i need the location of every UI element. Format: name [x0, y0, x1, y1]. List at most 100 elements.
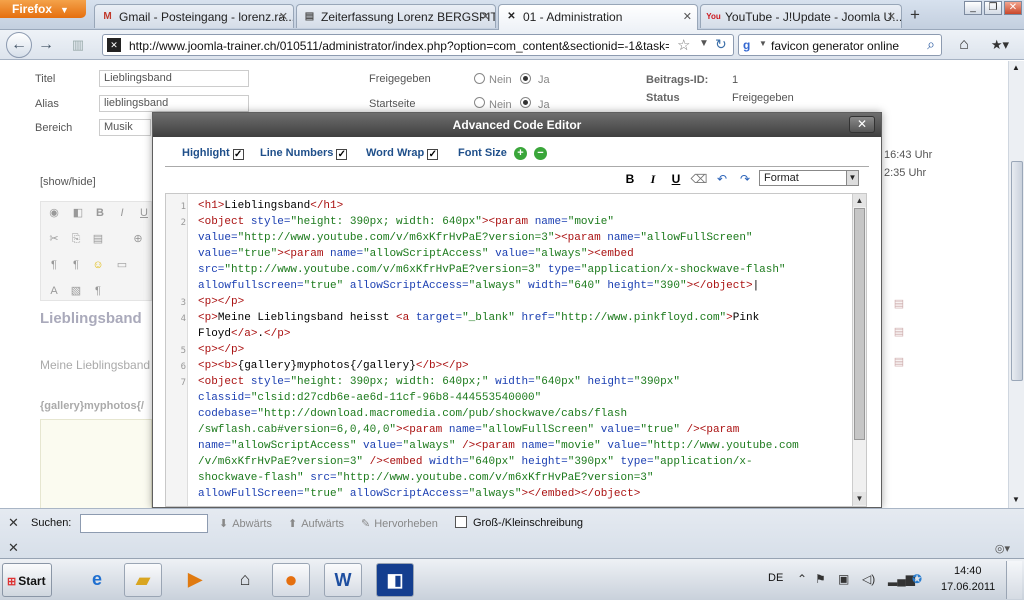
page-scrollbar[interactable]: ▲ ▼	[1008, 61, 1024, 508]
tab-youtube[interactable]: You YouTube - J!Update - Joomla U... ✕	[700, 4, 902, 28]
redo-icon[interactable]: ◧	[71, 206, 85, 220]
redo-icon[interactable]: ↷	[736, 171, 754, 187]
code-line[interactable]: <p></p>	[198, 296, 244, 308]
addon-bar-close-icon[interactable]: ✕	[8, 540, 19, 556]
pilcrow-icon[interactable]: ¶	[91, 284, 105, 298]
font-size-decrease-icon[interactable]: −	[534, 147, 547, 160]
item-edit-icon[interactable]: ▤	[892, 325, 906, 339]
code-line[interactable]: <p></p>	[198, 344, 244, 356]
line-numbers-checkbox[interactable]: ✓	[336, 149, 348, 160]
editor-scrollbar-thumb[interactable]	[854, 208, 865, 440]
titel-input[interactable]: Lieblingsband	[99, 70, 249, 87]
highlight-checkbox[interactable]: ✓	[232, 149, 244, 160]
network-signal-icon[interactable]: ▂▄▆	[888, 572, 915, 586]
close-icon[interactable]: ✕	[887, 10, 896, 23]
startseite-nein-radio[interactable]	[474, 97, 485, 108]
media-player-icon[interactable]: ▶	[176, 563, 214, 597]
show-hidden-icons-icon[interactable]: ⌃	[797, 572, 807, 586]
bold-icon[interactable]: B	[93, 206, 107, 220]
freigegeben-ja-radio[interactable]	[520, 73, 531, 84]
new-tab-button[interactable]: +	[904, 5, 926, 25]
clock-date[interactable]: 17.06.2011	[941, 581, 995, 593]
code-line[interactable]: /v/m6xKfrHvPaE?version=3" /><embed width…	[198, 456, 753, 468]
code-line[interactable]: <p><b>{gallery}myphotos{/gallery}</b></p…	[198, 360, 469, 372]
code-line[interactable]: /swflash.cab#version=6,0,40,0"><param na…	[198, 424, 739, 436]
code-line[interactable]: name="allowScriptAccess" value="always" …	[198, 440, 799, 452]
reload-icon[interactable]: ↻	[715, 36, 727, 53]
italic-icon[interactable]: I	[644, 171, 662, 187]
undo-icon[interactable]: ◉	[47, 206, 61, 220]
modal-close-button[interactable]: ✕	[849, 116, 875, 133]
status-icon[interactable]: ◎▾	[995, 542, 1010, 555]
remote-desktop-icon[interactable]: ◧	[376, 563, 414, 597]
action-center-flag-icon[interactable]: ⚑	[815, 572, 826, 586]
forward-button[interactable]: →	[34, 34, 58, 56]
code-line[interactable]: src="http://www.youtube.com/v/m6xKfrHvPa…	[198, 264, 786, 276]
code-line[interactable]: codebase="http://download.macromedia.com…	[198, 408, 627, 420]
find-previous-button[interactable]: ⬆ Aufwärts	[288, 517, 344, 530]
code-line[interactable]: <object style="height: 390px; width: 640…	[198, 376, 680, 388]
firefox-icon[interactable]: ●	[272, 563, 310, 597]
zoom-icon[interactable]: ⊕	[131, 232, 145, 246]
cut-icon[interactable]: ✂	[47, 232, 61, 246]
window-close-button[interactable]: ✕	[1004, 1, 1022, 15]
copy-icon[interactable]: ⎘	[69, 232, 83, 246]
font-size-increase-icon[interactable]: +	[514, 147, 527, 160]
word-wrap-option[interactable]: Word Wrap ✓	[366, 147, 439, 160]
search-bar[interactable]: g ▼ favicon generator online ⌕	[738, 34, 942, 56]
chevron-down-icon[interactable]: ▼	[759, 39, 767, 48]
firefox-menu-button[interactable]: Firefox ▼	[0, 0, 86, 18]
code-line[interactable]: classid="clsid:d27cdb6e-ae6d-11cf-96b8-4…	[198, 392, 541, 404]
bookmark-star-icon[interactable]: ☆	[677, 36, 690, 54]
find-input[interactable]	[80, 514, 208, 533]
tab-gmail[interactable]: M Gmail - Posteingang - lorenz.ra... ✕	[94, 4, 294, 28]
bookmarks-menu-icon[interactable]: ★▾	[988, 34, 1012, 56]
scrollbar-thumb[interactable]	[1011, 161, 1023, 381]
ltr-icon[interactable]: ¶	[47, 258, 61, 272]
italic-icon[interactable]: I	[115, 206, 129, 220]
close-icon[interactable]: ✕	[683, 10, 692, 23]
code-line[interactable]: Floyd</a>.</p>	[198, 328, 290, 340]
explorer-folder-icon[interactable]: ▰	[124, 563, 162, 597]
home-server-icon[interactable]: ⌂	[226, 563, 264, 597]
home-icon[interactable]: ⌂	[952, 34, 976, 56]
code-line[interactable]: <h1>Lieblingsband</h1>	[198, 200, 343, 212]
rtl-icon[interactable]: ¶	[69, 258, 83, 272]
alias-input[interactable]: lieblingsband	[99, 95, 249, 112]
underline-icon[interactable]: U	[137, 206, 151, 220]
text-color-icon[interactable]: A	[47, 284, 61, 298]
start-button[interactable]: ⊞ Start	[2, 563, 52, 597]
tab-administration[interactable]: ✕ 01 - Administration ✕	[498, 4, 698, 30]
highlight-option[interactable]: Highlight ✓	[182, 147, 244, 160]
chevron-down-icon[interactable]: ▼	[846, 171, 858, 185]
google-icon[interactable]: g	[743, 38, 750, 52]
back-button[interactable]: ←	[6, 32, 32, 58]
format-select[interactable]: Format ▼	[759, 170, 859, 186]
bereich-select[interactable]: Musik	[99, 119, 151, 136]
language-indicator[interactable]: DE	[768, 572, 783, 584]
code-line[interactable]: value="http://www.youtube.com/v/m6xKfrHv…	[198, 232, 753, 244]
code-area[interactable]: 1 2 3 4 5 6 7 <h1>Lieblingsband</h1> <object st…	[165, 193, 867, 507]
code-line[interactable]: <p>Meine Lieblingsband heisst <a target=…	[198, 312, 759, 324]
freigegeben-nein-radio[interactable]	[474, 73, 485, 84]
scroll-up-icon[interactable]: ▲	[853, 194, 866, 207]
scroll-down-icon[interactable]: ▼	[1012, 495, 1020, 504]
find-bar-close-icon[interactable]: ✕	[8, 515, 19, 531]
site-identity-icon[interactable]: ✕	[107, 38, 121, 52]
code-line[interactable]: allowFullScreen="true" allowScriptAccess…	[198, 488, 640, 500]
search-icon[interactable]: ⌕	[927, 36, 935, 53]
match-case-checkbox[interactable]	[455, 516, 467, 528]
chevron-down-icon[interactable]: ▼	[699, 38, 709, 49]
emoticon-icon[interactable]: ☺	[91, 258, 105, 272]
editor-scrollbar[interactable]: ▲ ▼	[852, 194, 866, 506]
minimize-button[interactable]: _	[964, 1, 982, 15]
word-wrap-checkbox[interactable]: ✓	[427, 149, 439, 160]
code-line[interactable]: value="true"><param name="allowScriptAcc…	[198, 248, 634, 260]
image-icon[interactable]: ▧	[69, 284, 83, 298]
startseite-ja-radio[interactable]	[520, 97, 531, 108]
clock-time[interactable]: 14:40	[954, 565, 982, 577]
show-desktop-button[interactable]	[1006, 561, 1022, 599]
item-edit-icon[interactable]: ▤	[892, 297, 906, 311]
scroll-down-icon[interactable]: ▼	[853, 492, 866, 505]
show-hide-link[interactable]: [show/hide]	[40, 176, 96, 188]
